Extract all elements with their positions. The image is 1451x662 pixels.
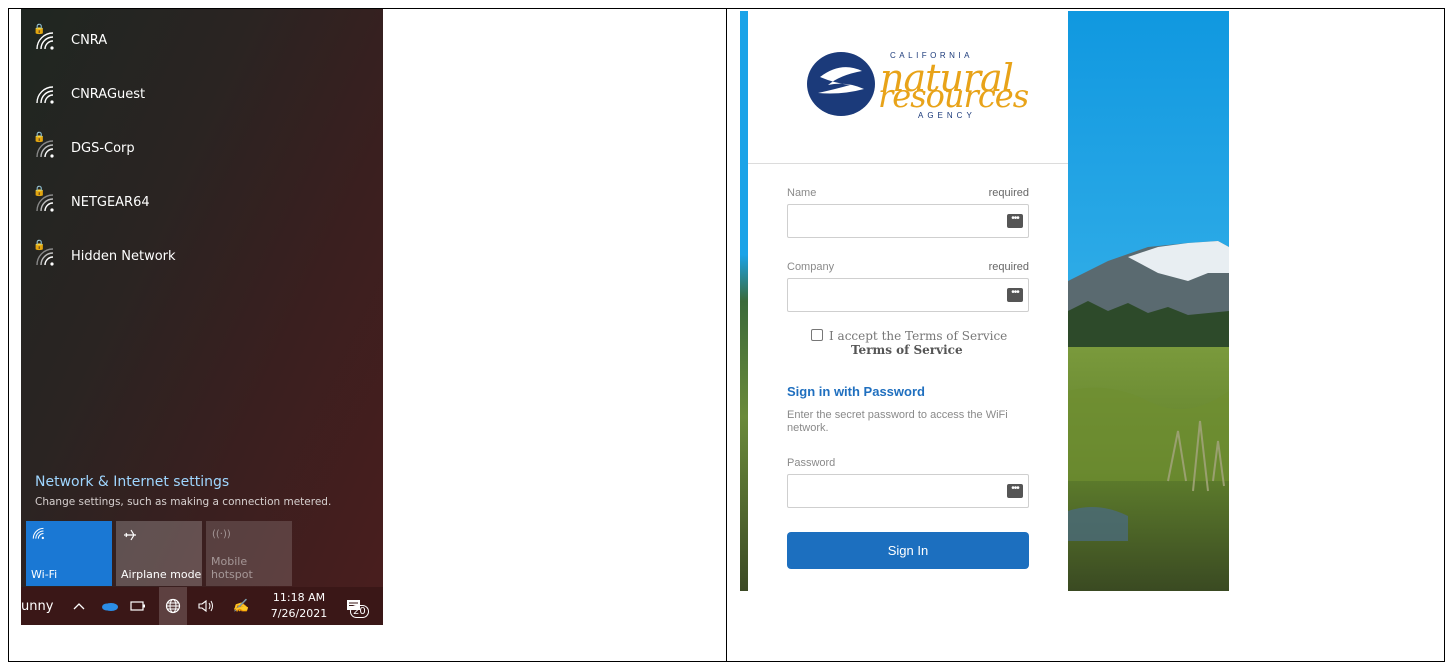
- network-globe-icon[interactable]: [159, 587, 187, 625]
- network-item-hidden-network[interactable]: 🔒 Hidden Network: [33, 240, 176, 271]
- table-divider: [726, 8, 727, 662]
- notification-count-badge: 20: [350, 605, 369, 618]
- secured-wifi-icon: 🔒: [33, 132, 59, 161]
- password-manager-icon[interactable]: •••: [1007, 484, 1023, 498]
- secured-wifi-icon: 🔒: [33, 186, 59, 215]
- wifi-icon: [33, 81, 59, 107]
- signin-heading: Sign in with Password: [787, 384, 925, 399]
- password-manager-icon[interactable]: •••: [1007, 288, 1023, 302]
- taskbar-clock[interactable]: 11:18 AM 7/26/2021: [267, 590, 331, 622]
- hotspot-icon: ((·)): [212, 529, 231, 540]
- onedrive-icon[interactable]: [99, 587, 121, 625]
- airplane-icon: [124, 529, 136, 541]
- name-label: Name: [787, 187, 817, 199]
- tos-checkbox[interactable]: [811, 329, 823, 341]
- network-item-cnra[interactable]: 🔒 CNRA: [33, 24, 108, 55]
- background-landscape-photo: [1068, 11, 1229, 591]
- network-name: DGS-Corp: [71, 140, 135, 156]
- logo-agency-text: AGENCY: [918, 111, 976, 120]
- network-item-dgs-corp[interactable]: 🔒 DGS-Corp: [33, 132, 135, 163]
- chevron-up-icon[interactable]: [69, 587, 89, 625]
- network-name: Hidden Network: [71, 248, 176, 264]
- company-required: required: [988, 261, 1029, 273]
- name-input[interactable]: [787, 204, 1029, 238]
- network-name: CNRAGuest: [71, 86, 146, 102]
- taskbar: unny ✍ 11:18 AM 7/26/2021 20: [21, 587, 383, 625]
- battery-icon[interactable]: [127, 587, 149, 625]
- password-input[interactable]: [787, 474, 1029, 508]
- tos-link[interactable]: Terms of Service: [851, 343, 963, 357]
- clock-time: 11:18 AM: [272, 591, 326, 604]
- notification-center-icon[interactable]: 20: [339, 587, 369, 625]
- airplane-mode-tile[interactable]: Airplane mode: [116, 521, 202, 586]
- signin-description: Enter the secret password to access the …: [787, 409, 1008, 434]
- sign-in-button[interactable]: Sign In: [787, 532, 1029, 569]
- wifi-toggle-tile[interactable]: Wi-Fi: [26, 521, 112, 586]
- company-label: Company: [787, 261, 835, 273]
- network-settings-link[interactable]: Network & Internet settings: [35, 474, 229, 490]
- secured-wifi-icon: 🔒: [33, 240, 59, 269]
- hotspot-tile-label: Mobile hotspot: [211, 555, 253, 581]
- hotspot-label-line1: Mobile: [211, 555, 248, 568]
- password-label: Password: [787, 457, 836, 469]
- password-manager-icon[interactable]: •••: [1007, 214, 1023, 228]
- network-name: CNRA: [71, 32, 108, 48]
- weather-text[interactable]: unny: [21, 587, 57, 625]
- network-item-netgear64[interactable]: 🔒 NETGEAR64: [33, 186, 150, 217]
- cnra-logo-emblem: [807, 52, 875, 116]
- captive-portal: CALIFORNIA natural resources AGENCY Name…: [740, 11, 1229, 591]
- network-name: NETGEAR64: [71, 194, 150, 210]
- login-card: CALIFORNIA natural resources AGENCY Name…: [748, 11, 1068, 591]
- windows-network-flyout: 🔒 CNRA CNRAGuest 🔒 DGS-Corp 🔒 NETGEAR64 …: [21, 9, 383, 625]
- clock-date: 7/26/2021: [270, 607, 328, 620]
- wifi-icon: [32, 527, 44, 540]
- cnra-logo-area: CALIFORNIA natural resources AGENCY: [748, 11, 1068, 164]
- hotspot-label-line2: hotspot: [211, 568, 253, 581]
- background-photo-strip: [740, 11, 748, 591]
- logo-resources-text: resources: [878, 77, 1029, 115]
- airplane-tile-label: Airplane mode: [121, 568, 202, 581]
- mobile-hotspot-tile[interactable]: ((·)) Mobile hotspot: [206, 521, 292, 586]
- network-settings-description: Change settings, such as making a connec…: [35, 496, 332, 508]
- pen-icon[interactable]: ✍: [229, 587, 253, 625]
- volume-icon[interactable]: [195, 587, 217, 625]
- tos-checkbox-label: I accept the Terms of Service: [829, 329, 1008, 343]
- network-item-cnraguest[interactable]: CNRAGuest: [33, 79, 145, 109]
- company-input[interactable]: [787, 278, 1029, 312]
- name-required: required: [988, 187, 1029, 199]
- secured-wifi-icon: 🔒: [33, 24, 59, 53]
- wifi-tile-label: Wi-Fi: [31, 568, 58, 581]
